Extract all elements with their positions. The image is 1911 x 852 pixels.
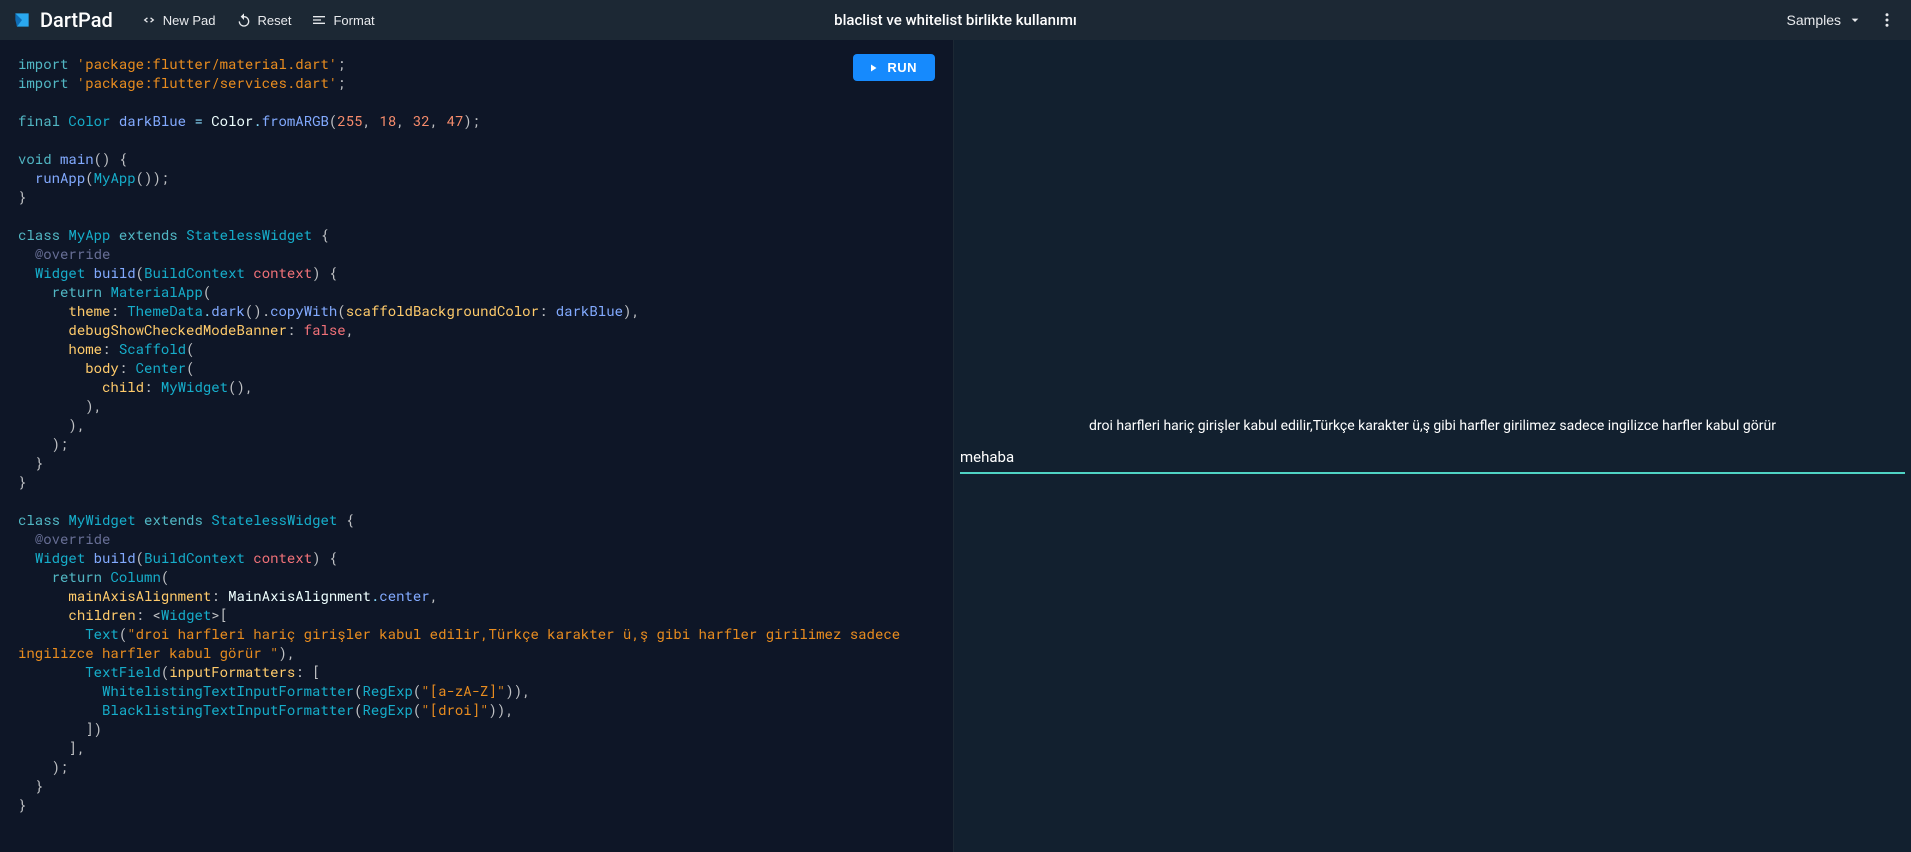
output-textfield[interactable]: mehaba bbox=[954, 448, 1911, 474]
new-pad-button[interactable]: New Pad bbox=[131, 8, 226, 32]
format-icon bbox=[311, 12, 327, 28]
textfield-underline bbox=[960, 472, 1905, 474]
textfield-value: mehaba bbox=[960, 448, 1905, 472]
kebab-icon bbox=[1878, 11, 1896, 29]
play-icon bbox=[867, 62, 879, 74]
format-button[interactable]: Format bbox=[301, 8, 384, 32]
chevron-down-icon bbox=[1847, 12, 1863, 28]
format-label: Format bbox=[333, 13, 374, 28]
code-icon bbox=[141, 12, 157, 28]
overflow-menu-button[interactable] bbox=[1875, 8, 1899, 32]
brand[interactable]: DartPad bbox=[12, 8, 113, 32]
code-editor-pane[interactable]: RUN import 'package:flutter/material.dar… bbox=[0, 40, 954, 852]
samples-label: Samples bbox=[1787, 12, 1841, 28]
reset-button[interactable]: Reset bbox=[226, 8, 302, 32]
run-label: RUN bbox=[887, 60, 917, 75]
reset-icon bbox=[236, 12, 252, 28]
app-preview: droi harfleri hariç girişler kabul edili… bbox=[954, 418, 1911, 474]
new-pad-label: New Pad bbox=[163, 13, 216, 28]
run-button[interactable]: RUN bbox=[853, 54, 935, 81]
code-editor[interactable]: import 'package:flutter/material.dart'; … bbox=[0, 40, 953, 828]
reset-label: Reset bbox=[258, 13, 292, 28]
dart-logo-icon bbox=[12, 10, 32, 30]
brand-text: DartPad bbox=[40, 8, 113, 32]
page-title: blaclist ve whitelist birlikte kullanımı bbox=[834, 11, 1077, 29]
hint-text: droi harfleri hariç girişler kabul edili… bbox=[954, 418, 1911, 448]
samples-dropdown[interactable]: Samples bbox=[1779, 8, 1871, 32]
app-header: DartPad New Pad Reset Format blaclist ve… bbox=[0, 0, 1911, 40]
output-pane: droi harfleri hariç girişler kabul edili… bbox=[954, 40, 1911, 852]
main-split: RUN import 'package:flutter/material.dar… bbox=[0, 40, 1911, 852]
